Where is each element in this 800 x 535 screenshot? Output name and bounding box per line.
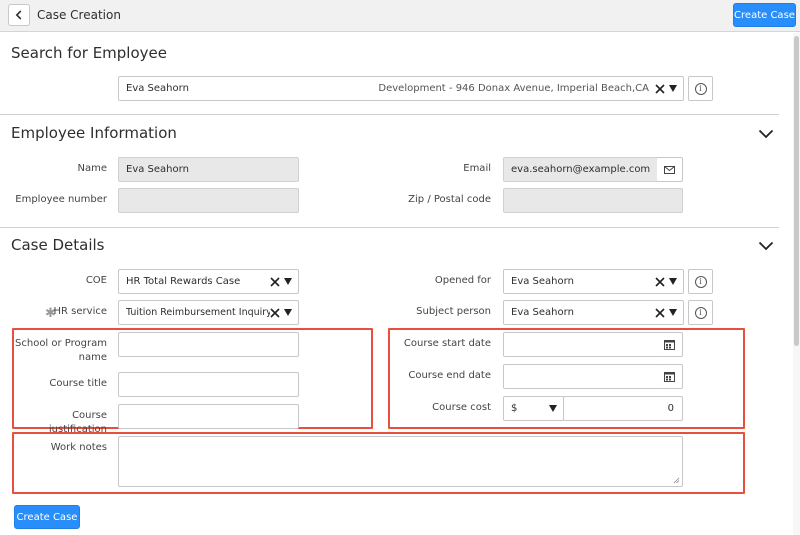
work-notes-label: Work notes xyxy=(50,442,107,453)
clear-icon[interactable] xyxy=(655,276,665,287)
course-cost-label: Course cost xyxy=(432,402,491,413)
currency-select[interactable]: $ xyxy=(503,396,564,421)
subject-person-info-button[interactable]: i xyxy=(688,300,713,325)
info-icon: i xyxy=(694,82,707,95)
course-title-label: Course title xyxy=(49,378,107,389)
resize-grip-icon[interactable] xyxy=(673,477,680,484)
dropdown-caret-icon[interactable] xyxy=(284,309,292,316)
dropdown-caret-icon xyxy=(549,405,557,412)
calendar-icon xyxy=(664,372,675,382)
top-bar: Case Creation Create Case xyxy=(0,0,800,32)
clear-icon[interactable] xyxy=(270,307,280,318)
clear-icon[interactable] xyxy=(270,276,280,287)
dropdown-caret-icon[interactable] xyxy=(284,278,292,285)
course-end-label: Course end date xyxy=(408,370,491,381)
email-field: eva.seahorn@example.com xyxy=(503,157,658,182)
coe-select[interactable]: HR Total Rewards Case xyxy=(118,269,299,294)
case-details-title: Case Details xyxy=(11,236,105,254)
calendar-icon xyxy=(664,340,675,350)
employee-name: Eva Seahorn xyxy=(126,83,189,94)
opened-for-value: Eva Seahorn xyxy=(511,276,574,287)
info-icon: i xyxy=(694,275,707,288)
hr-service-label: HR service xyxy=(53,306,107,317)
divider xyxy=(0,227,779,228)
course-start-label: Course start date xyxy=(403,338,491,349)
school-label-line2: name xyxy=(78,352,107,363)
page-title: Case Creation xyxy=(37,8,121,22)
search-section-title: Search for Employee xyxy=(11,44,167,62)
course-justification-input[interactable] xyxy=(118,404,299,429)
clear-icon[interactable] xyxy=(655,83,665,94)
opened-for-label: Opened for xyxy=(434,275,491,286)
currency-value: $ xyxy=(511,403,518,414)
course-title-input[interactable] xyxy=(118,372,299,397)
chevron-down-icon[interactable] xyxy=(758,241,774,251)
scrollbar-thumb[interactable] xyxy=(794,36,799,346)
school-label-line1: School or Program xyxy=(15,338,107,349)
subject-person-value: Eva Seahorn xyxy=(511,307,574,318)
email-button[interactable] xyxy=(657,157,683,182)
opened-for-select[interactable]: Eva Seahorn xyxy=(503,269,684,294)
create-case-button-bottom[interactable]: Create Case xyxy=(14,505,80,529)
dropdown-caret-icon[interactable] xyxy=(669,309,677,316)
subject-person-label: Subject person xyxy=(416,306,491,317)
clear-icon[interactable] xyxy=(655,307,665,318)
employee-number-label: Employee number xyxy=(15,194,107,205)
work-notes-textarea[interactable] xyxy=(118,436,683,487)
zip-field xyxy=(503,188,683,213)
mail-icon xyxy=(664,165,675,174)
school-input[interactable] xyxy=(118,332,299,357)
employee-detail: Development - 946 Donax Avenue, Imperial… xyxy=(378,83,649,94)
employee-search-field[interactable]: Eva Seahorn Development - 946 Donax Aven… xyxy=(118,76,684,101)
name-label: Name xyxy=(77,163,107,174)
school-label: School or Program name xyxy=(12,337,107,365)
employee-number-field xyxy=(118,188,299,213)
zip-label: Zip / Postal code xyxy=(408,194,491,205)
dropdown-caret-icon[interactable] xyxy=(669,278,677,285)
course-cost-input[interactable]: 0 xyxy=(563,396,683,421)
chevron-down-icon[interactable] xyxy=(758,129,774,139)
opened-for-info-button[interactable]: i xyxy=(688,269,713,294)
coe-value: HR Total Rewards Case xyxy=(126,276,241,287)
hr-service-value: Tuition Reimbursement Inquiry xyxy=(126,307,270,318)
dropdown-caret-icon[interactable] xyxy=(669,85,677,92)
coe-label: COE xyxy=(85,275,107,286)
hr-service-select[interactable]: Tuition Reimbursement Inquiry xyxy=(118,300,299,325)
course-end-calendar-button[interactable] xyxy=(657,364,683,389)
chevron-left-icon xyxy=(15,10,22,20)
back-button[interactable] xyxy=(8,4,30,26)
employee-info-title: Employee Information xyxy=(11,124,177,142)
email-label: Email xyxy=(463,163,491,174)
employee-info-button[interactable]: i xyxy=(688,76,713,101)
info-icon: i xyxy=(694,306,707,319)
name-field: Eva Seahorn xyxy=(118,157,299,182)
course-start-calendar-button[interactable] xyxy=(657,332,683,357)
subject-person-select[interactable]: Eva Seahorn xyxy=(503,300,684,325)
course-start-input[interactable] xyxy=(503,332,658,357)
course-end-input[interactable] xyxy=(503,364,658,389)
create-case-button-top[interactable]: Create Case xyxy=(733,3,796,27)
divider xyxy=(0,114,779,115)
